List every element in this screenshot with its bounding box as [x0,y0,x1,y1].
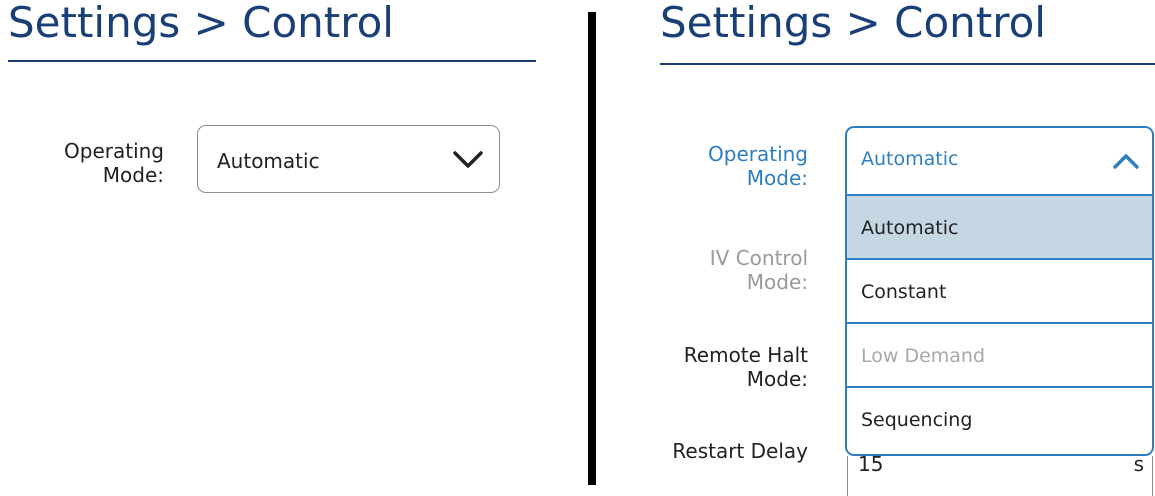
restart-delay-field[interactable]: 15 s [847,452,1153,496]
operating-mode-label-line2: Mode: [102,163,164,187]
title-underline-right [660,63,1155,65]
iv-control-mode-label-line1: IV Control [709,246,808,270]
page-title: Settings > Control [8,0,394,47]
chevron-up-icon [1112,151,1140,176]
operating-mode-label-line1: Operating [708,142,808,166]
operating-mode-value: Automatic [861,148,959,170]
restart-delay-label: Restart Delay [640,439,808,463]
option-sequencing[interactable]: Sequencing [847,386,1152,450]
operating-mode-label-line2: Mode: [746,166,808,190]
page-title-right: Settings > Control [660,0,1046,47]
remote-halt-mode-label-line1: Remote Halt [683,343,808,367]
remote-halt-mode-label: Remote Halt Mode: [640,343,808,391]
operating-mode-label: Operating Mode: [20,139,164,187]
option-low-demand: Low Demand [847,322,1152,386]
operating-mode-label-right: Operating Mode: [640,142,808,190]
operating-mode-dropdown[interactable]: Automatic Automatic Constant Low Demand … [845,126,1154,456]
title-underline [8,60,536,62]
iv-control-mode-label: IV Control Mode: [640,246,808,294]
operating-mode-value: Automatic [217,149,320,173]
option-automatic[interactable]: Automatic [847,194,1152,258]
restart-delay-label-text: Restart Delay [672,439,808,463]
option-constant[interactable]: Constant [847,258,1152,322]
chevron-down-icon [451,147,485,176]
operating-mode-select-open[interactable]: Automatic [847,128,1152,194]
panel-divider [588,12,596,485]
remote-halt-mode-label-line2: Mode: [746,367,808,391]
operating-mode-label-line1: Operating [64,139,164,163]
operating-mode-select[interactable]: Automatic [197,125,500,193]
iv-control-mode-label-line2: Mode: [746,270,808,294]
